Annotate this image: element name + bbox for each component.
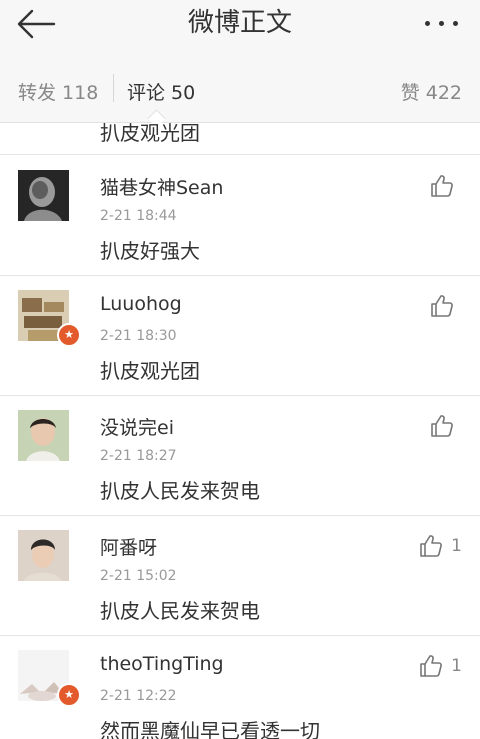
- tab-reposts[interactable]: 转发 118: [18, 78, 98, 105]
- comment-author[interactable]: 阿番呀: [100, 533, 157, 560]
- comment-text: 扒皮观光团: [100, 359, 200, 383]
- avatar-image: [18, 530, 69, 581]
- comment-author[interactable]: theoTingTing: [100, 653, 224, 675]
- comment-text: 扒皮好强大: [100, 239, 200, 263]
- comment-row: ★ theoTingTing 2-21 12:22 然而黑魔仙早已看透一切 1: [0, 635, 480, 739]
- like-button[interactable]: 1: [419, 653, 462, 679]
- comment-author[interactable]: 没说完ei: [100, 413, 174, 440]
- more-dots-icon: [425, 21, 430, 26]
- like-count: 1: [451, 656, 462, 676]
- avatar-image: [18, 410, 69, 461]
- arrow-left-icon: [17, 9, 56, 39]
- comment-text: 扒皮人民发来贺电: [100, 599, 260, 623]
- thumbs-up-icon: [431, 175, 453, 197]
- comment-list: 扒皮观光团 猫巷女神Sean 2-21 18:44 扒皮好强大 ★ Luuoho…: [0, 123, 480, 739]
- top-bar: 微博正文: [0, 0, 480, 57]
- avatar[interactable]: [18, 170, 69, 221]
- like-button[interactable]: [430, 413, 462, 439]
- thumbs-up-icon: [431, 415, 453, 437]
- tab-bar: 转发 118 评论 50 赞 422: [0, 56, 480, 128]
- tab-likes[interactable]: 赞 422: [401, 78, 462, 105]
- tab-comments[interactable]: 评论 50: [127, 78, 195, 105]
- like-button[interactable]: 1: [419, 533, 462, 559]
- comment-time: 2-21 18:44: [100, 208, 177, 224]
- comment-text: 扒皮观光团: [100, 123, 200, 145]
- comment-time: 2-21 12:22: [100, 688, 177, 704]
- verified-badge-icon: ★: [57, 323, 81, 347]
- comment-row: 没说完ei 2-21 18:27 扒皮人民发来贺电: [0, 395, 480, 516]
- thumbs-up-icon: [431, 295, 453, 317]
- page-title: 微博正文: [187, 8, 292, 38]
- comment-text: 扒皮人民发来贺电: [100, 479, 260, 503]
- avatar-image: [18, 170, 69, 221]
- verified-badge-icon: ★: [57, 683, 81, 707]
- avatar[interactable]: [18, 530, 69, 581]
- more-button[interactable]: [422, 14, 462, 34]
- like-button[interactable]: [430, 293, 462, 319]
- thumbs-up-icon: [420, 655, 443, 677]
- like-count: 1: [451, 536, 462, 556]
- comment-row: ★ Luuohog 2-21 18:30 扒皮观光团: [0, 275, 480, 396]
- comment-time: 2-21 18:27: [100, 448, 177, 464]
- comment-text: 然而黑魔仙早已看透一切: [100, 719, 320, 739]
- comment-row: 猫巷女神Sean 2-21 18:44 扒皮好强大: [0, 155, 480, 276]
- comment-row: 阿番呀 2-21 15:02 扒皮人民发来贺电 1: [0, 515, 480, 636]
- comment-time: 2-21 18:30: [100, 328, 177, 344]
- comment-time: 2-21 15:02: [100, 568, 177, 584]
- like-button[interactable]: [430, 173, 462, 199]
- comment-row-partial: 扒皮观光团: [0, 123, 480, 155]
- back-button[interactable]: [16, 8, 66, 44]
- comment-author[interactable]: 猫巷女神Sean: [100, 173, 223, 200]
- comment-author[interactable]: Luuohog: [100, 293, 182, 315]
- thumbs-up-icon: [420, 535, 443, 557]
- avatar[interactable]: [18, 410, 69, 461]
- tab-divider: [113, 74, 114, 102]
